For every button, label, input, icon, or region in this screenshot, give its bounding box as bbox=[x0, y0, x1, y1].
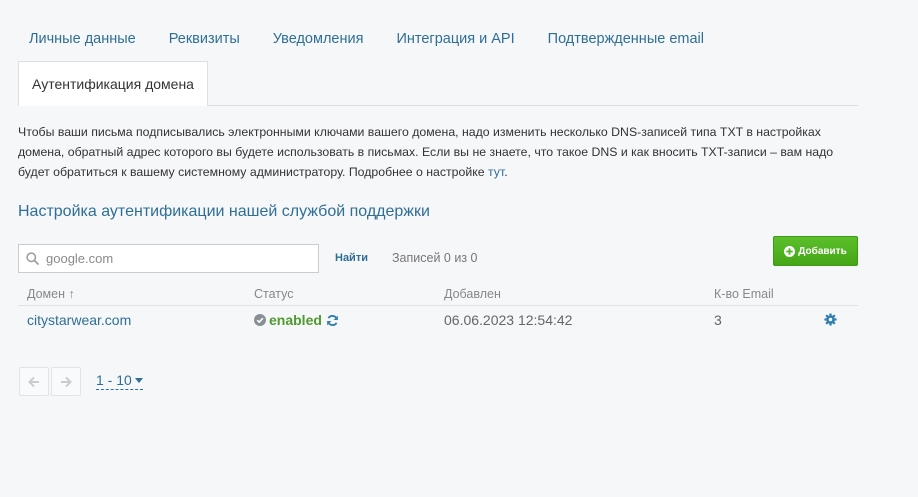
section-title: Настройка аутентификации нашей службой п… bbox=[18, 203, 430, 220]
description-link[interactable]: тут bbox=[488, 165, 504, 179]
description: Чтобы ваши письма подписывались электрон… bbox=[18, 122, 863, 182]
tab-notifications[interactable]: Уведомления bbox=[273, 29, 364, 49]
column-domain-label: Домен bbox=[27, 287, 66, 301]
find-button[interactable]: Найти bbox=[335, 252, 368, 264]
table-row: citystarwear.com enabled 06.06.2023 12:5… bbox=[18, 306, 858, 334]
next-page-button[interactable] bbox=[51, 367, 81, 396]
tab-integration-api[interactable]: Интеграция и API bbox=[396, 29, 514, 49]
column-status: Статус bbox=[254, 287, 294, 301]
search-field[interactable] bbox=[18, 244, 319, 273]
check-circle-icon bbox=[254, 314, 269, 326]
prev-page-button[interactable] bbox=[19, 367, 49, 396]
arrow-right-icon bbox=[60, 376, 72, 388]
arrow-left-icon bbox=[28, 376, 40, 388]
add-button[interactable]: Добавить bbox=[773, 236, 858, 266]
plus-circle-icon bbox=[784, 245, 798, 257]
table-header: Домен ↑ Статус Добавлен К-во Email bbox=[18, 283, 858, 306]
search-icon bbox=[26, 252, 39, 265]
gear-icon[interactable] bbox=[824, 313, 837, 329]
caret-down-icon bbox=[134, 377, 143, 383]
column-added: Добавлен bbox=[444, 287, 501, 301]
page-size-dropdown[interactable]: 1 - 10 bbox=[96, 371, 143, 390]
tab-personal-data[interactable]: Личные данные bbox=[29, 29, 136, 49]
records-count: Записей 0 из 0 bbox=[392, 251, 478, 265]
sort-arrow-icon: ↑ bbox=[68, 287, 75, 301]
email-count: 3 bbox=[714, 312, 722, 328]
status-text: enabled bbox=[269, 312, 322, 328]
column-domain[interactable]: Домен ↑ bbox=[27, 287, 75, 301]
refresh-icon[interactable] bbox=[326, 314, 342, 327]
active-tab-label: Аутентификация домена bbox=[32, 76, 194, 92]
tab-domain-authentication[interactable]: Аутентификация домена bbox=[18, 61, 208, 106]
settings-tabs: Личные данные Реквизиты Уведомления Инте… bbox=[18, 29, 726, 49]
search-input[interactable] bbox=[44, 250, 298, 267]
column-email-count: К-во Email bbox=[714, 287, 774, 301]
tab-requisites[interactable]: Реквизиты bbox=[169, 29, 240, 49]
added-date: 06.06.2023 12:54:42 bbox=[444, 312, 573, 328]
tab-confirmed-email[interactable]: Подтвержденные email bbox=[548, 29, 704, 49]
page-size-label: 1 - 10 bbox=[96, 372, 132, 388]
domain-link[interactable]: citystarwear.com bbox=[27, 312, 131, 328]
status-cell: enabled bbox=[254, 312, 342, 328]
tabs-divider bbox=[208, 105, 858, 106]
add-button-label: Добавить bbox=[798, 245, 847, 257]
description-end: . bbox=[504, 165, 508, 179]
description-text: Чтобы ваши письма подписывались электрон… bbox=[18, 125, 834, 179]
